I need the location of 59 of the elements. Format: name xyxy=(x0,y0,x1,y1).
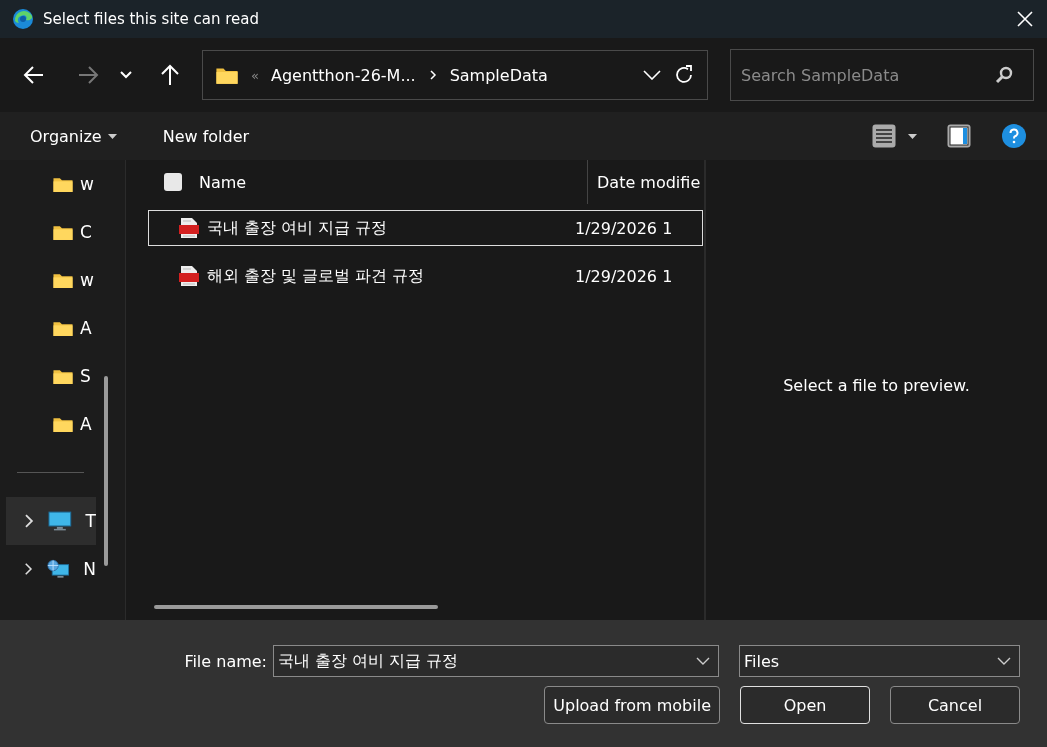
scrollbar-thumb[interactable] xyxy=(104,376,108,566)
column-header[interactable]: Date modifie xyxy=(597,172,701,192)
date-modified: 1/29/2026 1 xyxy=(575,266,673,286)
file-name-label: File name: xyxy=(184,651,267,671)
new-folder-button[interactable]: New folder xyxy=(162,126,250,146)
file-row[interactable]: 해외 출장 및 글로벌 파견 규정 1/29/2026 1 xyxy=(148,258,703,294)
pdf-file-icon xyxy=(179,265,199,287)
select-all-checkbox[interactable] xyxy=(164,173,182,191)
organize-menu[interactable]: Organize xyxy=(30,126,117,146)
file-type-dropdown[interactable]: Files xyxy=(739,645,1020,677)
search-field[interactable]: Search SampleData xyxy=(730,49,1034,101)
file-name: 국내 출장 여비 지급 규정 xyxy=(207,217,388,239)
pdf-file-icon xyxy=(179,217,199,239)
collapsed-chevron-icon[interactable] xyxy=(24,514,34,528)
search-icon[interactable] xyxy=(995,66,1013,84)
refresh-icon[interactable] xyxy=(673,64,695,86)
column-header[interactable]: Name xyxy=(199,172,587,192)
chevron-down-icon[interactable] xyxy=(997,657,1011,665)
collapsed-chevron-icon[interactable] xyxy=(24,562,33,576)
network-globe-icon xyxy=(46,558,70,580)
sidebar-item[interactable]: w xyxy=(0,256,96,304)
file-name-field[interactable]: 국내 출장 여비 지급 규정 xyxy=(273,645,719,677)
chevron-icon xyxy=(427,70,438,80)
window-title: Select files this site can read xyxy=(43,10,259,28)
breadcrumb[interactable]: SampleData xyxy=(449,65,548,85)
breadcrumb[interactable]: Agentthon-26-M... xyxy=(270,65,416,85)
upload-button[interactable]: Upload from mobile xyxy=(544,686,720,724)
close-icon[interactable] xyxy=(1015,9,1035,29)
folder-icon xyxy=(52,223,74,241)
chevron-down-icon[interactable] xyxy=(696,657,710,665)
folder-icon xyxy=(52,319,74,337)
dropdown-caret-icon[interactable] xyxy=(908,133,917,139)
folder-icon xyxy=(52,175,74,193)
help-icon[interactable] xyxy=(1001,123,1027,149)
folder-icon xyxy=(52,367,74,385)
sidebar-item[interactable]: C xyxy=(0,208,96,256)
sidebar-item[interactable]: S xyxy=(0,352,96,400)
scrollbar-thumb[interactable] xyxy=(154,605,438,609)
date-modified: 1/29/2026 1 xyxy=(575,218,673,238)
folder-icon xyxy=(52,271,74,289)
overflow-button[interactable]: « xyxy=(251,67,259,83)
file-name: 해외 출장 및 글로벌 파견 규정 xyxy=(207,265,425,287)
caret-icon[interactable] xyxy=(107,133,117,139)
sidebar-item[interactable]: A xyxy=(0,400,96,448)
browser-logo-icon xyxy=(12,8,34,30)
cancel-button[interactable]: Cancel xyxy=(890,686,1020,724)
sidebar-item[interactable]: T xyxy=(6,497,96,545)
file-row[interactable]: 국내 출장 여비 지급 규정 1/29/2026 1 xyxy=(148,210,703,246)
open-button[interactable]: Open xyxy=(740,686,870,724)
sidebar-item[interactable]: N xyxy=(6,545,96,593)
preview-pane-icon[interactable] xyxy=(947,124,971,148)
preview-message: Select a file to preview. xyxy=(783,375,970,395)
sidebar-item[interactable]: A xyxy=(0,304,96,352)
folder-icon xyxy=(52,415,74,433)
address-bar[interactable]: « Agentthon-26-M... SampleData xyxy=(202,50,708,100)
sidebar-item[interactable]: w xyxy=(0,160,96,208)
dropdown-caret-icon[interactable] xyxy=(643,70,661,80)
view-list-icon[interactable] xyxy=(872,124,896,148)
monitor-icon xyxy=(47,511,72,531)
